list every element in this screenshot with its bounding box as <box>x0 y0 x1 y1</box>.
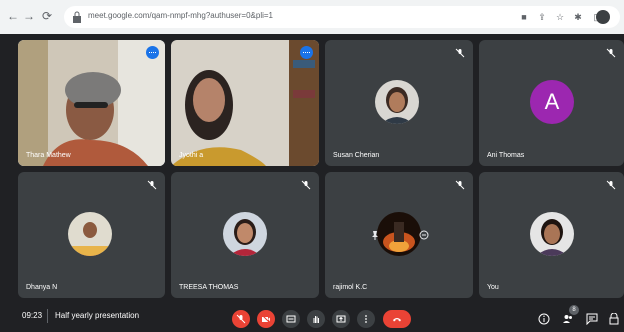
browser-toolbar: ← → ⟳ meet.google.com/qam-nmpf-mhg?authu… <box>0 0 624 35</box>
audio-level-icon <box>300 46 313 59</box>
video-feed <box>171 40 319 166</box>
participant-avatar <box>68 212 112 256</box>
participant-tile[interactable]: A Ani Thomas <box>479 40 624 166</box>
participant-name: TREESA THOMAS <box>179 284 239 291</box>
participant-tile[interactable]: rajimol K.C <box>325 172 473 298</box>
participant-avatar <box>530 212 574 256</box>
participant-tile[interactable]: TREESA THOMAS <box>171 172 319 298</box>
mic-off-icon <box>455 48 465 58</box>
meeting-title: Half yearly presentation <box>55 311 140 320</box>
mic-off-icon <box>236 314 246 324</box>
url-text: meet.google.com/qam-nmpf-mhg?authuser=0&… <box>88 11 273 20</box>
leave-call-button[interactable] <box>383 310 411 328</box>
pin-icon[interactable] <box>371 230 379 240</box>
participant-avatar: A <box>530 80 574 124</box>
remove-icon[interactable] <box>419 230 429 240</box>
camera-toggle-button[interactable] <box>257 310 275 328</box>
participant-tile[interactable]: Thara Mathew <box>18 40 165 166</box>
activities-icon[interactable] <box>608 313 620 325</box>
end-call-icon <box>393 318 401 322</box>
lock-icon <box>73 11 81 23</box>
participant-tile[interactable]: Susan Cherian <box>325 40 473 166</box>
back-icon[interactable]: ← <box>6 9 20 23</box>
info-icon[interactable] <box>538 313 550 325</box>
participant-name: Jyothi a <box>179 152 204 159</box>
more-vert-icon <box>365 315 367 323</box>
participant-name: rajimol K.C <box>333 284 368 291</box>
mic-off-icon <box>606 48 616 58</box>
participant-name: You <box>487 284 499 291</box>
participant-tile[interactable]: Jyothi a <box>171 40 319 166</box>
participant-tile[interactable]: You <box>479 172 624 298</box>
participant-count-badge: 8 <box>569 305 579 315</box>
address-bar[interactable]: meet.google.com/qam-nmpf-mhg?authuser=0&… <box>64 6 620 28</box>
chat-icon[interactable] <box>586 313 598 325</box>
camera-icon[interactable]: ■ <box>518 11 530 23</box>
more-options-icon[interactable] <box>146 46 159 59</box>
video-feed <box>18 40 165 166</box>
participant-name: Susan Cherian <box>333 152 380 159</box>
mic-off-icon <box>301 180 311 190</box>
mic-off-icon <box>147 180 157 190</box>
star-icon[interactable]: ☆ <box>554 11 566 23</box>
microphone-toggle-button[interactable] <box>232 310 250 328</box>
divider <box>47 309 48 323</box>
participant-name: Dhanya N <box>26 284 58 291</box>
captions-button[interactable] <box>282 310 300 328</box>
forward-icon[interactable]: → <box>22 9 36 23</box>
participant-avatar <box>375 80 419 124</box>
mic-off-icon <box>455 180 465 190</box>
mic-off-icon <box>606 180 616 190</box>
participant-name: Ani Thomas <box>487 152 525 159</box>
meeting-stage: Thara Mathew Jyothi a Susan Cherian A An… <box>0 34 624 302</box>
meeting-time: 09:23 <box>22 311 43 320</box>
participant-tile[interactable]: Dhanya N <box>18 172 165 298</box>
present-screen-button[interactable] <box>332 310 350 328</box>
extensions-icon[interactable]: ✱ <box>572 11 584 23</box>
camera-off-icon <box>261 314 271 324</box>
participant-avatar <box>377 212 421 256</box>
raise-hand-button[interactable] <box>307 310 325 328</box>
share-icon[interactable]: ⇪ <box>536 11 548 23</box>
reload-icon[interactable]: ⟳ <box>40 9 54 23</box>
profile-icon[interactable] <box>596 10 610 24</box>
participant-avatar <box>223 212 267 256</box>
hand-icon <box>313 316 319 323</box>
present-icon <box>336 315 346 323</box>
more-options-button[interactable] <box>357 310 375 328</box>
meeting-controls-bar: 09:23 Half yearly presentation 8 <box>0 302 624 332</box>
participant-name: Thara Mathew <box>26 152 71 159</box>
captions-icon <box>286 315 296 323</box>
